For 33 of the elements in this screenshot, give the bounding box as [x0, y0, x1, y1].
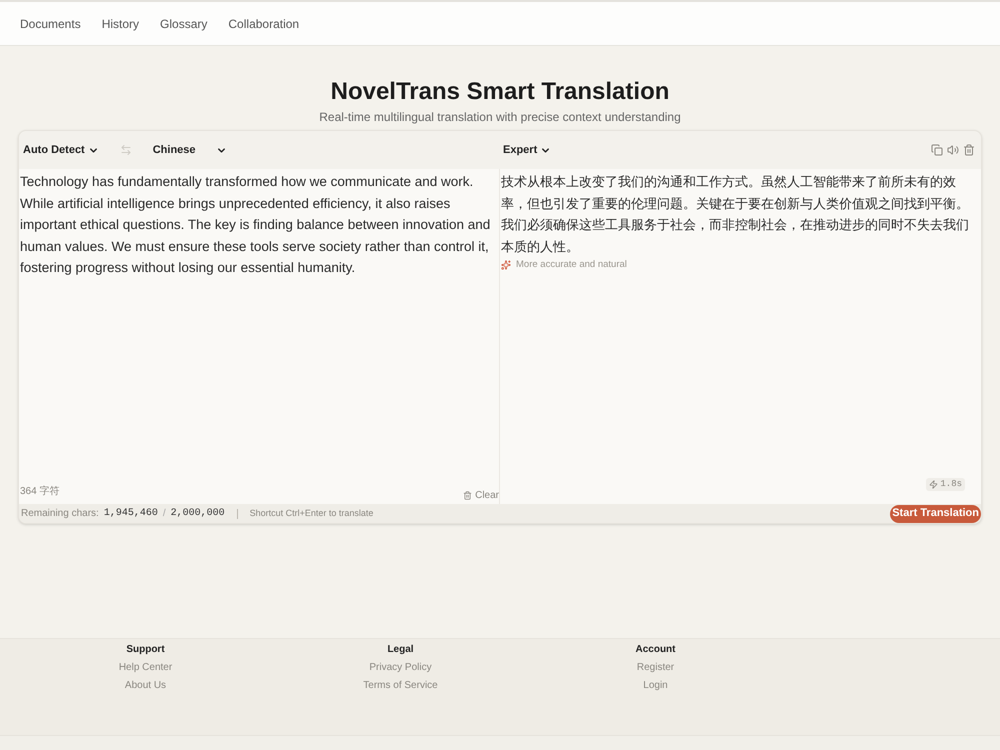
character-count: 364 字符 [20, 484, 60, 499]
trash-icon [963, 144, 975, 156]
time-badge: 1.8s [926, 478, 965, 491]
nav-link[interactable]: Collaboration [228, 14, 300, 32]
nav-link[interactable]: Glossary [160, 14, 208, 32]
remaining-label: Remaining chars: [21, 507, 99, 521]
translated-text: 技术从根本上改变了我们的沟通和工作方式。虽然人工智能带来了前所未有的效率，但也引发了重要的伦理问题。关键在于要在创新与人类价值观之间找到平衡。我们必须确保这些工具服务于社会，而非控制社会，在推动进步的同时不失去我们本质的人性。 [500, 173, 970, 256]
lightning-icon [929, 480, 938, 489]
nav-link[interactable]: Documents [20, 14, 81, 32]
speaker-button[interactable] [947, 144, 959, 156]
page-title: NovelTrans Smart Translation [330, 77, 670, 107]
shortcut-hint: Shortcut Ctrl+Enter to translate [250, 506, 374, 520]
footer-heading: Account [636, 643, 676, 657]
start-translation-button[interactable]: Start Translation [890, 504, 981, 522]
count-separator: / [162, 507, 166, 521]
footer-heading: Support [126, 643, 165, 657]
trash-icon [463, 491, 472, 500]
swap-arrows-icon [120, 144, 132, 156]
footer-heading: Legal [387, 643, 414, 657]
source-text-field[interactable]: Technology has fundamentally transformed how we communicate and work. While artificial intelligence brings unprecedented efficiency, it also raises important ethical questions. The key is finding balance between innovation and human values. We must ensure these tools serve society rather than control it, fostering progress without losing our essential humanity. [19, 169, 499, 482]
speaker-icon [947, 144, 959, 156]
copy-button[interactable] [931, 144, 943, 156]
delete-button[interactable] [963, 144, 975, 156]
copy-icon [931, 144, 943, 156]
mode-dropdown[interactable]: Expert [503, 142, 552, 158]
source-language-dropdown[interactable]: Auto Detect [23, 142, 99, 158]
page-subtitle: Real-time multilingual translation with precise context understanding [319, 109, 681, 125]
nav-link[interactable]: History [102, 14, 140, 32]
remaining-count: 1,945,460 [104, 507, 158, 521]
total-count: 2,000,000 [170, 507, 225, 521]
quality-note: More accurate and natural [516, 258, 627, 272]
target-language-select[interactable]: Chinese [152, 142, 227, 158]
sparkle-icon [501, 260, 511, 270]
